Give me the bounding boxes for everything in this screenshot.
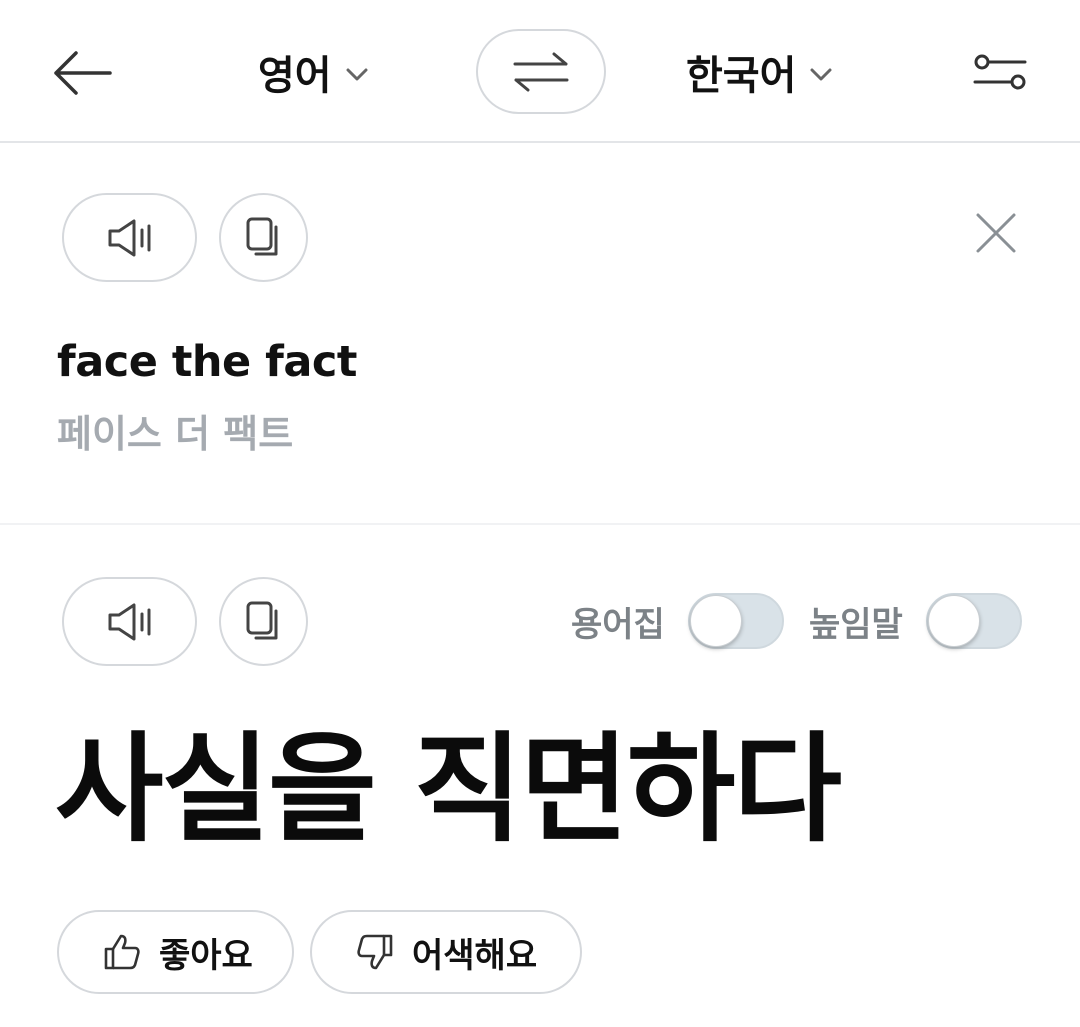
target-language-label: 한국어	[686, 53, 797, 99]
speaker-icon	[108, 603, 150, 640]
source-panel: face the fact 페이스 더 팩트	[0, 145, 1080, 525]
copy-icon	[246, 217, 277, 255]
top-bar: 영어 한국어	[0, 0, 1080, 143]
honorific-toggle[interactable]	[926, 593, 1022, 649]
like-button[interactable]: 좋아요	[57, 910, 294, 994]
like-label: 좋아요	[159, 935, 253, 976]
source-speak-button[interactable]	[62, 193, 197, 282]
result-copy-button[interactable]	[219, 577, 308, 666]
copy-icon	[246, 601, 277, 639]
result-speak-button[interactable]	[62, 577, 197, 666]
back-button[interactable]	[50, 45, 114, 101]
result-panel: 용어집 높임말 사실을 직면하다 좋아요 어색해요	[0, 527, 1080, 1027]
settings-button[interactable]	[968, 46, 1032, 98]
source-copy-button[interactable]	[219, 193, 308, 282]
chevron-down-icon	[810, 68, 832, 81]
swap-languages-button[interactable]	[476, 29, 606, 114]
source-text[interactable]: face the fact	[57, 337, 357, 387]
clear-text-button[interactable]	[968, 205, 1024, 261]
toggle-knob	[928, 595, 980, 647]
awkward-label: 어색해요	[412, 935, 538, 976]
chevron-down-icon	[346, 68, 368, 81]
speaker-icon	[108, 219, 150, 256]
source-language-label: 영어	[258, 53, 332, 99]
source-pronunciation: 페이스 더 팩트	[57, 412, 294, 456]
glossary-toggle[interactable]	[688, 593, 784, 649]
target-language-selector[interactable]: 한국어	[686, 40, 832, 104]
toggle-knob	[690, 595, 742, 647]
close-icon	[976, 213, 1016, 253]
awkward-button[interactable]: 어색해요	[310, 910, 582, 994]
sliders-icon	[973, 54, 1027, 90]
glossary-label: 용어집	[571, 605, 665, 645]
thumbs-down-icon	[357, 934, 393, 970]
arrow-left-icon	[54, 51, 112, 95]
honorific-label: 높임말	[809, 605, 903, 645]
translation-result: 사실을 직면하다	[55, 720, 842, 858]
source-language-selector[interactable]: 영어	[258, 40, 368, 104]
swap-arrows-icon	[513, 52, 569, 91]
thumbs-up-icon	[104, 934, 140, 970]
